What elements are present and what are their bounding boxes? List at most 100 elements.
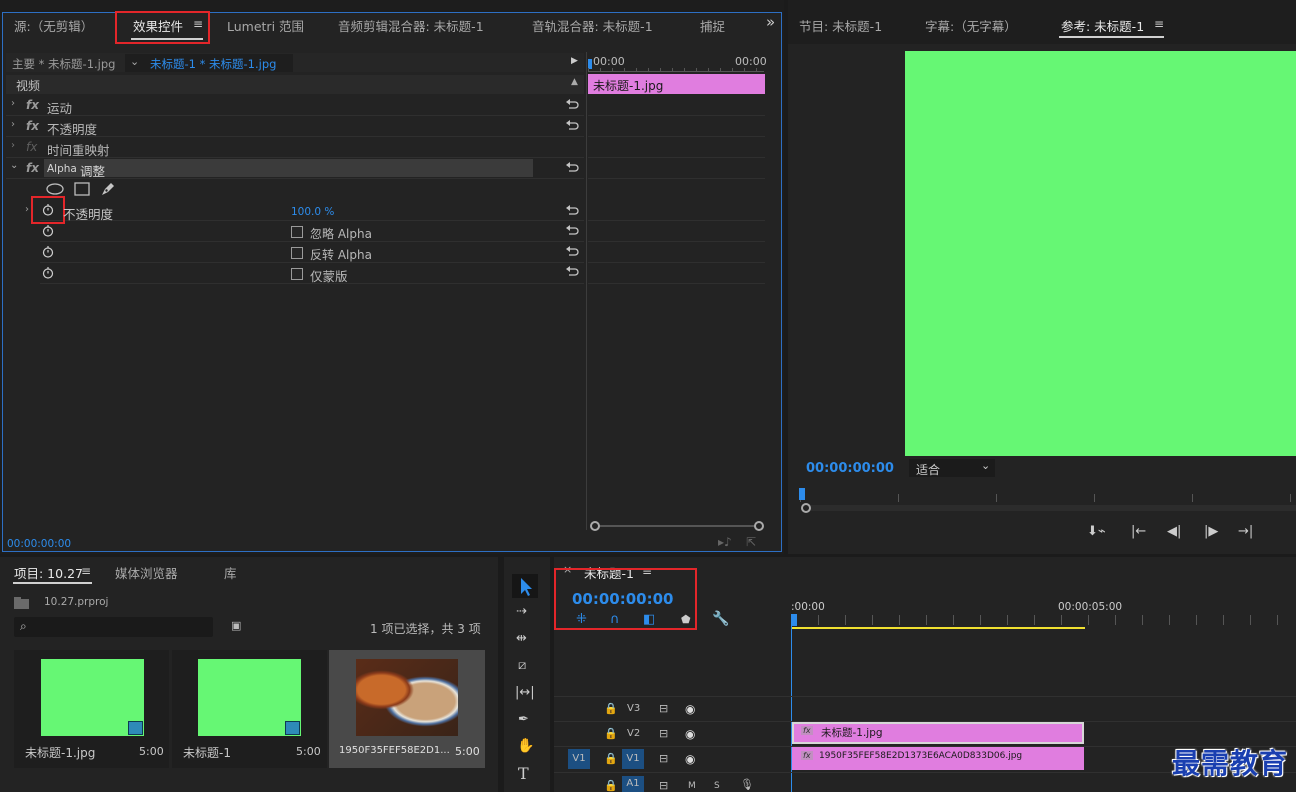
track-target-v1[interactable]: V1: [622, 749, 644, 769]
work-area-bar[interactable]: [791, 627, 1085, 629]
tab-audio-track-mixer[interactable]: 音轨混合器: 未标题-1: [532, 16, 653, 35]
razor-tool-icon[interactable]: ⧄: [518, 658, 526, 673]
effects-timecode[interactable]: 00:00:00:00: [7, 538, 71, 550]
effect-opacity-label[interactable]: 不透明度: [47, 119, 97, 138]
track-name-v2[interactable]: V2: [627, 728, 640, 739]
row-divider: [588, 157, 765, 158]
tab-reference[interactable]: 参考: 未标题-1: [1061, 16, 1144, 35]
hand-tool-icon[interactable]: ✋: [517, 738, 534, 754]
eye-icon[interactable]: ◉: [685, 727, 695, 741]
reset-icon[interactable]: [565, 204, 579, 216]
reset-icon[interactable]: [565, 98, 579, 110]
sync-lock-icon[interactable]: ⊟: [659, 727, 668, 740]
tab-libraries[interactable]: 库: [224, 563, 237, 582]
tab-audio-clip-mixer[interactable]: 音频剪辑混合器: 未标题-1: [338, 16, 484, 35]
tab-overflow-icon[interactable]: »: [766, 13, 775, 31]
effect-time-remap-label[interactable]: 时间重映射: [47, 140, 110, 159]
rectangle-mask-icon[interactable]: [74, 182, 90, 196]
effect-alpha-adjust-label[interactable]: 调整: [80, 161, 105, 180]
program-playhead[interactable]: [799, 488, 805, 500]
reset-icon[interactable]: [565, 224, 579, 236]
reset-icon[interactable]: [565, 119, 579, 131]
slip-tool-icon[interactable]: |↔|: [515, 685, 535, 700]
go-to-out-icon[interactable]: →|: [1238, 524, 1253, 539]
sync-lock-icon[interactable]: ⊟: [659, 779, 668, 792]
timeline-ruler: [791, 615, 1296, 625]
reset-icon[interactable]: [565, 245, 579, 257]
sync-lock-icon[interactable]: ⊟: [659, 752, 668, 765]
panel-menu-icon[interactable]: ≡: [81, 564, 91, 578]
ignore-alpha-checkbox[interactable]: [291, 226, 303, 238]
tab-captions[interactable]: 字幕:（无字幕）: [925, 16, 1017, 35]
pen-mask-icon[interactable]: [100, 181, 116, 197]
expand-time-remap-icon[interactable]: ›: [11, 140, 15, 151]
export-frame-icon[interactable]: ▸♪: [718, 535, 732, 549]
ripple-edit-tool-icon[interactable]: ⇹: [516, 631, 527, 646]
effect-alpha-adjust-prefix[interactable]: Alpha: [47, 163, 77, 175]
project-file-icon: [14, 597, 30, 609]
program-timecode[interactable]: 00:00:00:00: [806, 461, 894, 476]
panel-menu-icon[interactable]: ≡: [1154, 17, 1164, 31]
expand-property-icon[interactable]: ›: [25, 204, 29, 215]
lock-icon[interactable]: 🔒: [604, 779, 618, 792]
row-divider: [588, 241, 765, 242]
program-scrollbar[interactable]: [801, 503, 1296, 513]
add-marker-icon[interactable]: ⬇⌁: [1087, 524, 1106, 539]
expand-alpha-icon[interactable]: ⌄: [10, 160, 18, 171]
track-name-v3[interactable]: V3: [627, 703, 640, 714]
go-to-in-icon[interactable]: |←: [1131, 524, 1146, 539]
sequence-clip-label[interactable]: 未标题-1 * 未标题-1.jpg: [150, 56, 276, 72]
tab-source[interactable]: 源:（无剪辑）: [14, 16, 93, 35]
zoom-scrollbar[interactable]: [590, 521, 764, 531]
lock-icon[interactable]: 🔒: [604, 752, 618, 765]
tab-project[interactable]: 项目: 10.27: [14, 563, 83, 582]
effect-motion-label[interactable]: 运动: [47, 98, 72, 117]
lock-icon[interactable]: 🔒: [604, 702, 618, 715]
invert-alpha-checkbox[interactable]: [291, 247, 303, 259]
tab-lumetri-scopes[interactable]: Lumetri 范围: [227, 16, 304, 35]
timeline-playhead[interactable]: [791, 614, 797, 626]
track-select-tool-icon[interactable]: ⇢: [516, 604, 527, 619]
tab-capture[interactable]: 捕捉: [700, 16, 725, 35]
expand-motion-icon[interactable]: ›: [11, 98, 15, 109]
step-back-icon[interactable]: ◀|: [1167, 524, 1181, 539]
timeline-export-icon[interactable]: ⇱: [746, 535, 756, 549]
type-tool-icon[interactable]: T: [518, 764, 529, 783]
stopwatch-icon[interactable]: [42, 224, 54, 237]
eye-icon[interactable]: ◉: [685, 752, 695, 766]
mask-only-checkbox[interactable]: [291, 268, 303, 280]
ellipse-mask-icon[interactable]: [46, 183, 64, 195]
chevron-down-icon: ⌄: [981, 459, 991, 472]
track-target-a1[interactable]: A1: [622, 776, 644, 792]
reset-icon[interactable]: [565, 161, 579, 173]
play-only-icon[interactable]: ▶: [571, 56, 578, 66]
tab-media-browser[interactable]: 媒体浏览器: [115, 563, 178, 582]
sync-lock-icon[interactable]: ⊟: [659, 702, 668, 715]
step-forward-icon[interactable]: |▶: [1204, 524, 1218, 539]
stopwatch-icon[interactable]: [42, 266, 54, 279]
master-clip-label[interactable]: 主要 * 未标题-1.jpg: [12, 56, 115, 72]
selection-tool-icon[interactable]: [512, 574, 538, 598]
opacity-value[interactable]: 100.0 %: [291, 206, 334, 218]
program-preview-frame[interactable]: [905, 51, 1296, 456]
wrench-settings-icon[interactable]: 🔧: [712, 611, 729, 627]
project-search-input[interactable]: [14, 617, 213, 637]
video-section-header: [6, 75, 584, 94]
solo-button[interactable]: S: [714, 781, 720, 791]
find-bin-icon[interactable]: ▣: [231, 619, 241, 632]
reset-icon[interactable]: [565, 265, 579, 277]
mini-timeline-start: 00:00: [593, 55, 625, 68]
eye-icon[interactable]: ◉: [685, 702, 695, 716]
expand-opacity-icon[interactable]: ›: [11, 119, 15, 130]
project-item-duration: 5:00: [296, 745, 321, 758]
source-patch-v1[interactable]: V1: [568, 749, 590, 769]
collapse-up-icon[interactable]: ▲: [571, 77, 578, 87]
row-divider: [40, 220, 584, 221]
sequence-badge-icon: [285, 721, 300, 735]
pen-tool-icon[interactable]: ✒: [518, 712, 529, 727]
lock-icon[interactable]: 🔒: [604, 727, 618, 740]
stopwatch-icon[interactable]: [42, 245, 54, 258]
mute-button[interactable]: M: [688, 781, 696, 791]
tab-program[interactable]: 节目: 未标题-1: [799, 16, 882, 35]
microphone-icon[interactable]: 🎙: [740, 778, 754, 791]
